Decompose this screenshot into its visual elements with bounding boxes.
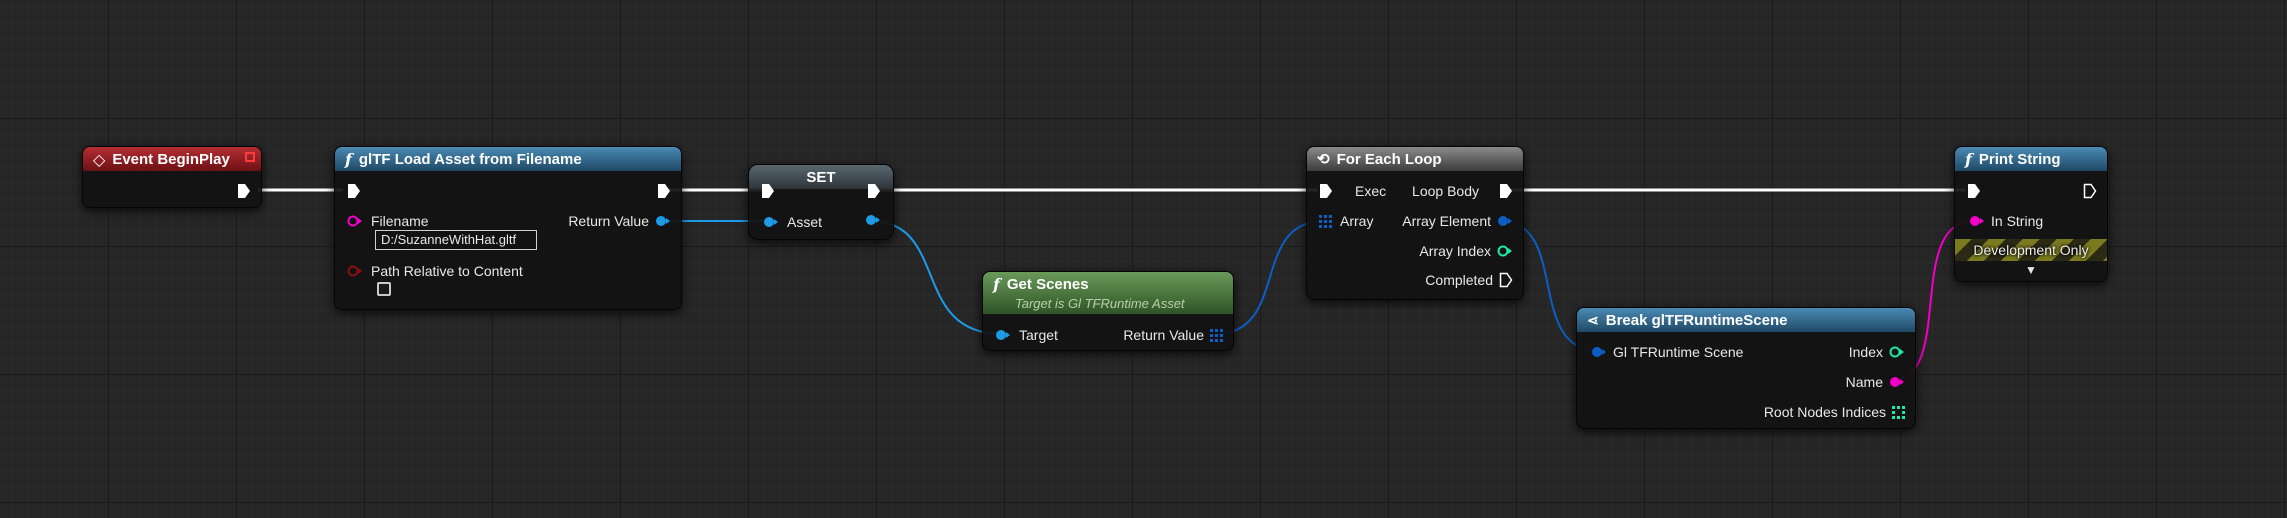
set-node[interactable]: SET Asset [748, 164, 894, 240]
for-each-loop-node[interactable]: ⟲ For Each Loop Exec Loop Body Array Arr… [1306, 146, 1524, 300]
bool-pin-icon[interactable] [347, 265, 363, 277]
node-title: Break glTFRuntimeScene [1605, 311, 1788, 329]
target-label: Target [1019, 327, 1058, 343]
return-value-label: Return Value [1123, 327, 1204, 343]
node-title: For Each Loop [1336, 150, 1442, 168]
exec-out-pin-icon[interactable] [1499, 272, 1513, 288]
array-label: Array [1340, 213, 1374, 229]
exec-in-pin-icon[interactable] [1967, 183, 1981, 199]
completed-label: Completed [1425, 272, 1493, 288]
integer-array-pin-icon[interactable] [1892, 405, 1905, 419]
node-title: Get Scenes [1006, 276, 1089, 293]
function-icon: f [1965, 149, 1972, 169]
break-gltf-runtime-scene-node[interactable]: ⋖ Break glTFRuntimeScene Gl TFRuntime Sc… [1576, 307, 1916, 429]
loop-body-label: Loop Body [1412, 183, 1479, 199]
gltf-load-asset-node[interactable]: f glTF Load Asset from Filename Filename… [334, 146, 682, 310]
print-string-header[interactable]: f Print String [1955, 147, 2107, 171]
struct-pin-icon[interactable] [1497, 215, 1513, 227]
integer-pin-icon[interactable] [1889, 346, 1905, 358]
array-pin-icon[interactable] [1319, 214, 1332, 228]
array-index-label: Array Index [1419, 243, 1491, 259]
node-title: SET [806, 168, 836, 186]
object-pin-icon[interactable] [763, 216, 779, 228]
array-element-label: Array Element [1402, 213, 1491, 229]
exec-label: Exec [1355, 183, 1387, 199]
node-title: Print String [1978, 150, 2061, 168]
exec-in-pin-icon[interactable] [1319, 183, 1333, 199]
path-relative-checkbox[interactable] [377, 282, 391, 296]
get-scenes-header[interactable]: f Get Scenes Target is Gl TFRuntime Asse… [983, 272, 1233, 314]
object-pin-icon[interactable] [655, 215, 671, 227]
exec-out-pin-icon[interactable] [237, 183, 251, 199]
struct-pin-icon[interactable] [1591, 346, 1607, 358]
exec-in-pin-icon[interactable] [761, 183, 775, 199]
string-pin-icon[interactable] [347, 215, 363, 227]
exec-out-pin-icon[interactable] [1499, 183, 1513, 199]
string-pin-icon[interactable] [1969, 215, 1985, 227]
path-relative-label: Path Relative to Content [371, 263, 523, 279]
exec-out-pin-icon[interactable] [867, 183, 881, 199]
function-icon: f [993, 275, 1000, 294]
break-scene-header[interactable]: ⋖ Break glTFRuntimeScene [1577, 308, 1915, 332]
node-subtitle: Target is Gl TFRuntime Asset [1015, 296, 1185, 311]
return-value-label: Return Value [568, 213, 649, 229]
index-label: Index [1848, 344, 1883, 360]
in-string-label: In String [1991, 213, 2044, 229]
name-label: Name [1845, 374, 1883, 390]
function-icon: f [345, 149, 352, 169]
root-nodes-indices-label: Root Nodes Indices [1763, 404, 1886, 420]
node-title: glTF Load Asset from Filename [358, 150, 582, 168]
filename-label: Filename [371, 213, 429, 229]
for-each-header[interactable]: ⟲ For Each Loop [1307, 147, 1523, 171]
delegate-square-icon[interactable] [245, 152, 255, 162]
object-pin-icon[interactable] [865, 214, 881, 226]
expand-arrow-icon[interactable]: ▼ [1955, 263, 2107, 277]
development-only-banner: Development Only [1955, 239, 2107, 261]
event-beginplay-node[interactable]: ◇ Event BeginPlay [82, 146, 262, 208]
event-beginplay-header[interactable]: ◇ Event BeginPlay [83, 147, 261, 171]
exec-out-pin-icon[interactable] [657, 183, 671, 199]
array-pin-icon[interactable] [1210, 328, 1223, 342]
event-diamond-icon: ◇ [93, 149, 106, 169]
object-pin-icon[interactable] [995, 329, 1011, 341]
get-scenes-node[interactable]: f Get Scenes Target is Gl TFRuntime Asse… [982, 271, 1234, 351]
exec-out-pin-icon[interactable] [2083, 183, 2097, 199]
string-pin-icon[interactable] [1889, 376, 1905, 388]
node-title: Event BeginPlay [112, 150, 230, 168]
filename-input[interactable]: D:/SuzanneWithHat.gltf [375, 230, 537, 250]
exec-in-pin-icon[interactable] [347, 183, 361, 199]
loop-icon: ⟲ [1317, 151, 1330, 168]
scene-input-label: Gl TFRuntime Scene [1613, 344, 1744, 360]
print-string-node[interactable]: f Print String In String Development Onl… [1954, 146, 2108, 282]
gltf-load-header[interactable]: f glTF Load Asset from Filename [335, 147, 681, 171]
asset-label: Asset [787, 214, 823, 230]
integer-pin-icon[interactable] [1497, 245, 1513, 257]
break-struct-icon: ⋖ [1587, 311, 1599, 328]
